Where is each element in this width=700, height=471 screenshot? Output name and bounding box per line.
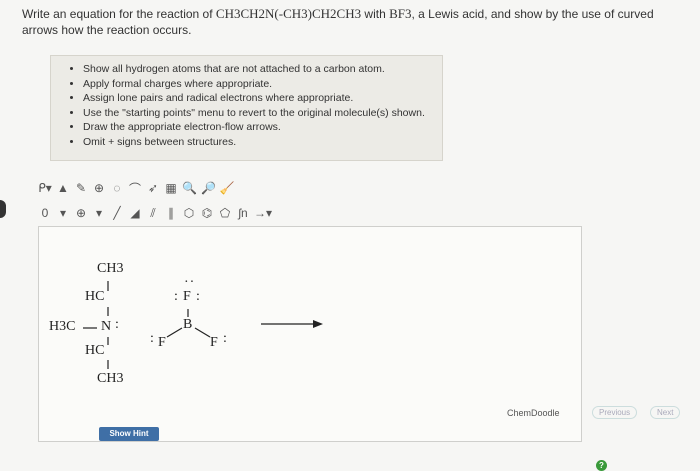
hexagon-icon[interactable]: ⬡ — [182, 206, 196, 220]
previous-button[interactable]: Previous — [592, 406, 638, 419]
question-intro: Write an equation for the reaction of — [22, 7, 216, 21]
bond-icon[interactable]: ⌒ — [128, 180, 142, 197]
next-button[interactable]: Next — [650, 406, 681, 419]
chemdoodle-logo: ChemDoodle — [507, 408, 560, 418]
instruction-item: Show all hydrogen atoms that are not att… — [83, 62, 442, 77]
benzene-icon[interactable]: ⌬ — [200, 206, 214, 220]
lasso-icon[interactable]: ᑭ▾ — [38, 181, 52, 195]
add-icon[interactable]: ⊕ — [92, 181, 106, 195]
f-left-pairs: : — [150, 331, 155, 346]
instruction-item: Omit + signs between structures. — [83, 135, 442, 150]
question-with: with — [361, 7, 390, 21]
f-right-pairs: : — [223, 331, 228, 346]
n-lone-pair: : — [115, 317, 120, 332]
side-handle[interactable] — [0, 200, 6, 218]
single-bond-icon[interactable]: ╱ — [110, 206, 124, 220]
toolbar-top: ᑭ▾ ▲ ✎ ⊕ ◌ ⌒ ➶ ▦ 🔍 🔎 🧹 — [38, 178, 235, 198]
wedge-bond-icon[interactable]: ◢ — [128, 206, 142, 220]
atom-f-top[interactable]: F — [183, 289, 191, 305]
chevron-down-icon[interactable]: ▾ — [56, 206, 70, 220]
help-icon[interactable]: ? — [596, 460, 607, 471]
template-icon[interactable]: ▦ — [164, 181, 178, 195]
pentagon-icon[interactable]: ⬠ — [218, 206, 232, 220]
zoom-in-icon[interactable]: 🔍 — [182, 181, 197, 195]
dash-bond-icon[interactable]: ⫽ — [146, 206, 160, 221]
atom-ch3-bottom[interactable]: CH3 — [97, 371, 123, 387]
f-top-left-pair: : — [174, 289, 179, 304]
atom-h3c[interactable]: H3C — [49, 319, 75, 335]
arrow-icon[interactable]: ➶ — [146, 181, 160, 195]
atom-f-left[interactable]: F — [158, 335, 166, 351]
molecule-bonds — [83, 281, 323, 369]
plus-charge-icon[interactable]: ⊕ — [74, 206, 88, 220]
instruction-item: Draw the appropriate electron-flow arrow… — [83, 120, 442, 135]
charge-selector[interactable]: 0 — [38, 206, 52, 220]
f-top-right-pair: : — [196, 289, 201, 304]
drawing-canvas[interactable]: ? CH3 HC H3C N : HC CH3 : F : ·· B F : F… — [38, 226, 607, 471]
chevron-down-icon[interactable]: ▾ — [92, 206, 106, 220]
pencil-icon[interactable]: ✎ — [74, 181, 88, 195]
atom-b[interactable]: B — [183, 317, 192, 333]
atom-n[interactable]: N — [101, 319, 111, 335]
chain-icon[interactable]: ʃn — [236, 206, 250, 220]
f-top-upper-pair: ·· — [184, 275, 196, 290]
instruction-box: Show all hydrogen atoms that are not att… — [50, 55, 443, 161]
show-hint-button[interactable]: Show Hint — [99, 427, 159, 441]
atom-ch3-top[interactable]: CH3 — [97, 261, 123, 277]
ring-icon[interactable]: ◌ — [110, 181, 124, 195]
eraser-icon[interactable]: ▲ — [56, 181, 70, 195]
zoom-out-icon[interactable]: 🔎 — [201, 181, 216, 195]
amine-formula: CH3CH2N(-CH3)CH2CH3 — [215, 6, 362, 21]
instruction-item: Use the "starting points" menu to revert… — [83, 106, 442, 121]
instruction-item: Assign lone pairs and radical electrons … — [83, 91, 442, 106]
arrow-tool-icon[interactable]: →▾ — [254, 206, 272, 220]
instruction-item: Apply formal charges where appropriate. — [83, 77, 442, 92]
question-text: Write an equation for the reaction of CH… — [22, 6, 682, 38]
double-bond-icon[interactable]: ∥ — [164, 206, 178, 220]
clear-icon[interactable]: 🧹 — [220, 181, 235, 195]
bf3-formula: BF3 — [389, 6, 412, 21]
instruction-list: Show all hydrogen atoms that are not att… — [69, 62, 442, 150]
atom-hc-lower[interactable]: HC — [85, 343, 104, 359]
atom-f-right[interactable]: F — [210, 335, 218, 351]
atom-hc-upper[interactable]: HC — [85, 289, 104, 305]
toolbar-bottom: 0 ▾ ⊕ ▾ ╱ ◢ ⫽ ∥ ⬡ ⌬ ⬠ ʃn →▾ — [38, 203, 272, 223]
